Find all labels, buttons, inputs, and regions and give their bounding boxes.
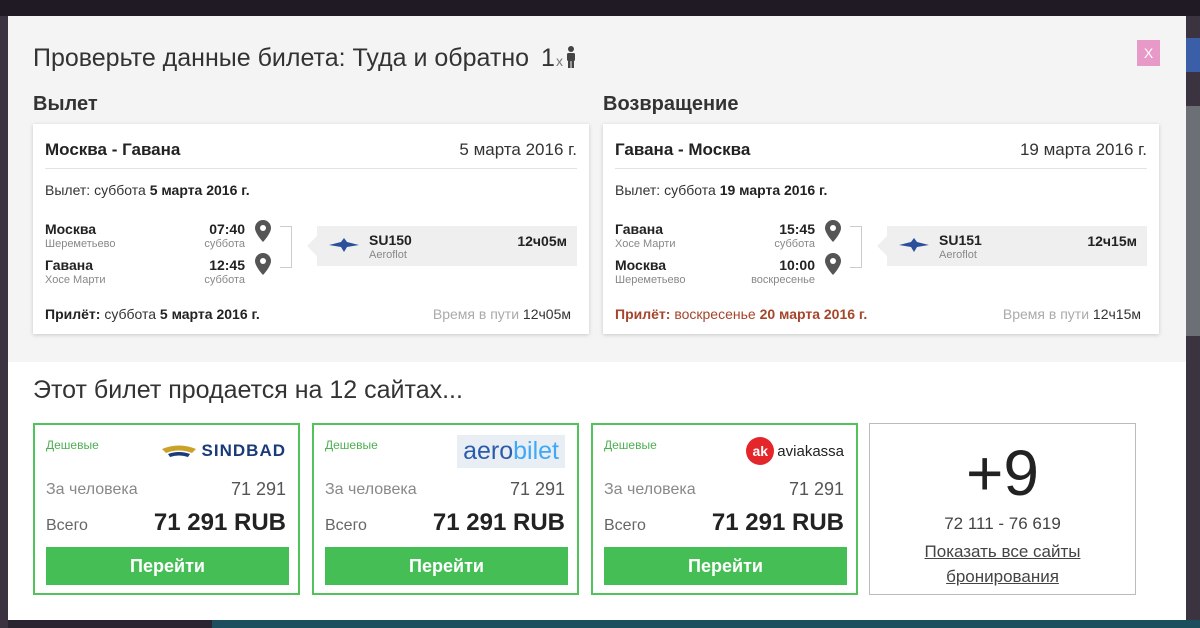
departure-line: Вылет: суббота 5 марта 2016 г.	[45, 182, 250, 198]
close-button[interactable]: X	[1137, 40, 1160, 66]
passenger-multiplier: x	[555, 53, 563, 69]
aviakassa-logo: ak aviakassa	[746, 435, 844, 467]
offer-card-aviakassa: Дешевые ak aviakassa За человека 71 291 В…	[591, 423, 858, 595]
departure-line: Вылет: суббота 19 марта 2016 г.	[615, 182, 828, 198]
location-pin-icon	[825, 220, 841, 247]
route-date: 5 марта 2016 г.	[459, 140, 577, 159]
flight-info: SU151 Aeroflot 12ч15м	[877, 226, 1147, 266]
cheap-badge: Дешевые	[325, 438, 378, 452]
total-price: 71 291 RUB	[153, 509, 286, 536]
route-title: Гавана - Москва	[615, 140, 751, 159]
return-card: Гавана - Москва 19 марта 2016 г. Вылет: …	[603, 124, 1159, 334]
flight-info: SU150 Aeroflot 12ч05м	[307, 226, 577, 266]
background-right	[1186, 16, 1200, 628]
aeroflot-logo-icon	[899, 238, 929, 257]
passenger-count: 1	[541, 44, 555, 72]
cheap-badge: Дешевые	[46, 438, 99, 452]
segment-bracket	[850, 226, 862, 268]
travel-time: Время в пути 12ч05м	[432, 306, 571, 322]
outbound-card: Москва - Гавана 5 марта 2016 г. Вылет: с…	[33, 124, 589, 334]
sellers-title: Этот билет продается на 12 сайтах...	[33, 376, 463, 404]
person-icon	[565, 46, 577, 75]
arrival-line: Прилёт: воскресенье 20 марта 2016 г.	[615, 306, 868, 322]
more-count: +9	[966, 437, 1039, 509]
outbound-section-label: Вылет	[33, 93, 98, 115]
travel-time: Время в пути 12ч15м	[1002, 306, 1141, 322]
show-all-sites-link[interactable]: Показать все сайты бронирования	[900, 539, 1105, 589]
segment-bracket	[280, 226, 292, 268]
offer-card-aerobilet: Дешевые aerobilet За человека 71 291 Все…	[312, 423, 579, 595]
location-pin-icon	[255, 220, 271, 247]
price-range: 72 111 - 76 619	[944, 514, 1061, 533]
go-button[interactable]: Перейти	[604, 547, 847, 585]
background-left	[0, 16, 8, 628]
location-pin-icon	[255, 253, 271, 280]
route-date: 19 марта 2016 г.	[1019, 140, 1147, 159]
cheap-badge: Дешевые	[604, 438, 657, 452]
go-button[interactable]: Перейти	[46, 547, 289, 585]
total-price: 71 291 RUB	[711, 509, 844, 536]
sindbad-logo: SINDBAD	[161, 435, 286, 467]
ticket-details-modal: Проверьте данные билета: Туда и обратно …	[8, 16, 1186, 620]
return-section-label: Возвращение	[603, 93, 739, 115]
aerobilet-logo: aerobilet	[457, 434, 565, 468]
aeroflot-logo-icon	[329, 238, 359, 257]
background-top	[0, 0, 1200, 16]
route-title: Москва - Гавана	[45, 140, 181, 159]
divider	[45, 168, 577, 169]
offer-card-sindbad: Дешевые SINDBAD За человека 71 291 Всего…	[33, 423, 300, 595]
sindbad-wings-icon	[161, 445, 196, 457]
arrival-line: Прилёт: суббота 5 марта 2016 г.	[45, 306, 260, 322]
divider	[615, 168, 1147, 169]
go-button[interactable]: Перейти	[325, 547, 568, 585]
background-bottom	[212, 620, 1200, 628]
location-pin-icon	[825, 253, 841, 280]
more-offers-card: +9 72 111 - 76 619 Показать все сайты бр…	[869, 423, 1136, 595]
modal-title: Проверьте данные билета: Туда и обратно …	[33, 44, 577, 73]
total-price: 71 291 RUB	[432, 509, 565, 536]
